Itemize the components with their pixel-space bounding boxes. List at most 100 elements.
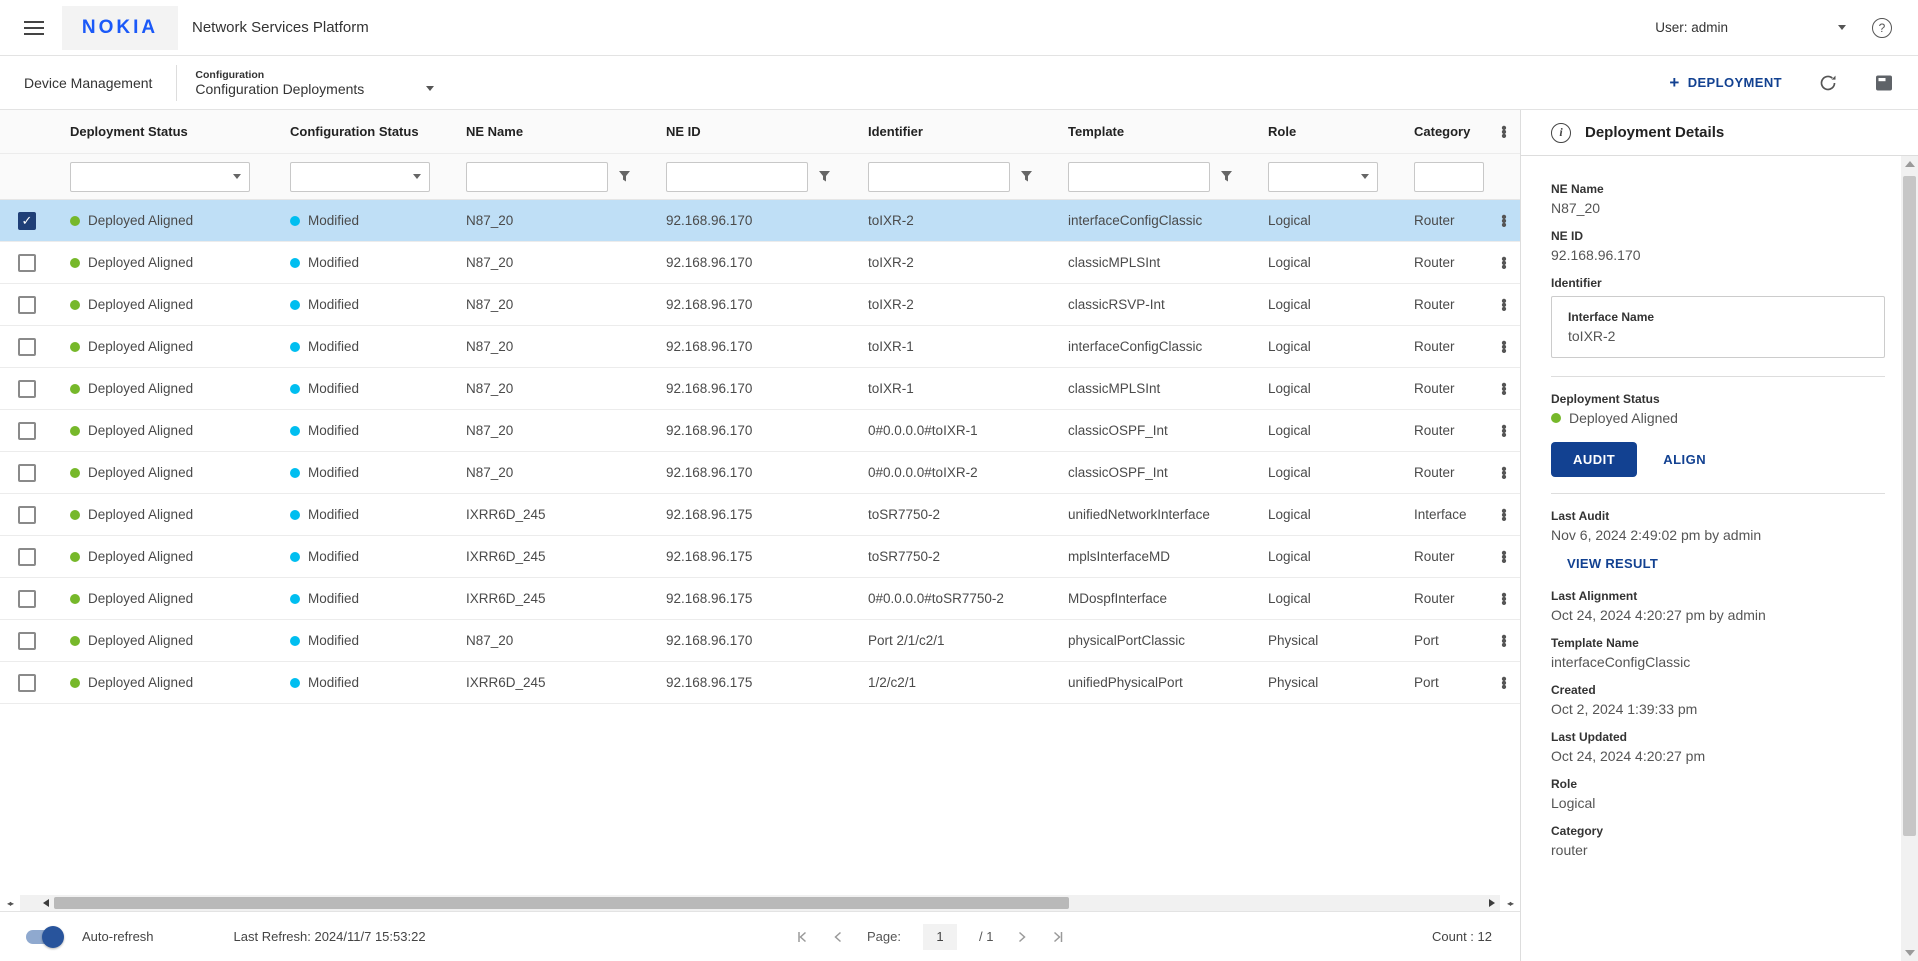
row-kebab-icon[interactable]: ••• <box>1490 215 1518 227</box>
add-deployment-button[interactable]: + DEPLOYMENT <box>1669 73 1782 93</box>
refresh-button[interactable] <box>1818 73 1838 93</box>
row-checkbox[interactable] <box>18 464 36 482</box>
row-checkbox[interactable] <box>18 674 36 692</box>
table-row[interactable]: Deployed Aligned Modified IXRR6D_245 92.… <box>0 662 1520 704</box>
row-kebab-icon[interactable]: ••• <box>1490 551 1518 563</box>
scroll-right-button[interactable] <box>1484 895 1500 911</box>
table-empty-area <box>0 704 1520 895</box>
auto-refresh-toggle[interactable] <box>26 930 62 944</box>
row-kebab-icon[interactable]: ••• <box>1490 299 1518 311</box>
row-checkbox[interactable] <box>18 254 36 272</box>
row-checkbox[interactable] <box>18 590 36 608</box>
row-kebab-icon[interactable]: ••• <box>1490 467 1518 479</box>
column-header-identifier[interactable]: Identifier <box>858 124 1058 139</box>
column-header-role[interactable]: Role <box>1258 124 1404 139</box>
ne-name-cell: N87_20 <box>456 423 656 438</box>
help-icon[interactable]: ? <box>1872 18 1892 38</box>
row-kebab-icon[interactable]: ••• <box>1490 257 1518 269</box>
previous-page-button[interactable] <box>831 930 845 944</box>
filter-template-input[interactable] <box>1068 162 1210 192</box>
table-row[interactable]: Deployed Aligned Modified N87_20 92.168.… <box>0 326 1520 368</box>
align-button[interactable]: ALIGN <box>1663 452 1706 467</box>
deployment-status-cell: Deployed Aligned <box>60 549 280 564</box>
scroll-left-button[interactable] <box>38 895 54 911</box>
row-checkbox[interactable] <box>18 422 36 440</box>
column-header-configuration-status[interactable]: Configuration Status <box>280 124 456 139</box>
template-cell: physicalPortClassic <box>1058 633 1258 648</box>
next-page-button[interactable] <box>1015 930 1029 944</box>
scroll-up-button[interactable] <box>1901 156 1918 172</box>
table-row[interactable]: ✓ Deployed Aligned Modified N87_20 92.16… <box>0 200 1520 242</box>
ne-name-cell: IXRR6D_245 <box>456 675 656 690</box>
horizontal-scroll-thumb[interactable] <box>54 897 1069 909</box>
role-label: Role <box>1551 777 1884 791</box>
scroll-down-button[interactable] <box>1901 945 1918 961</box>
filter-deployment-status-dropdown[interactable] <box>70 162 250 192</box>
audit-button[interactable]: AUDIT <box>1551 442 1637 477</box>
row-checkbox[interactable] <box>18 632 36 650</box>
first-page-button[interactable] <box>795 930 809 944</box>
table-row[interactable]: Deployed Aligned Modified N87_20 92.168.… <box>0 620 1520 662</box>
panel-scroll-thumb[interactable] <box>1903 176 1916 836</box>
filter-category-input[interactable] <box>1414 162 1484 192</box>
column-header-ne-name[interactable]: NE Name <box>456 124 656 139</box>
user-menu[interactable]: User: admin <box>1655 20 1846 35</box>
row-kebab-icon[interactable]: ••• <box>1490 593 1518 605</box>
ne-id-cell: 92.168.96.170 <box>656 633 858 648</box>
row-checkbox[interactable] <box>18 548 36 566</box>
table-row[interactable]: Deployed Aligned Modified N87_20 92.168.… <box>0 242 1520 284</box>
row-kebab-icon[interactable]: ••• <box>1490 383 1518 395</box>
filter-ne-id-input[interactable] <box>666 162 808 192</box>
table-row[interactable]: Deployed Aligned Modified N87_20 92.168.… <box>0 284 1520 326</box>
row-kebab-icon[interactable]: ••• <box>1490 341 1518 353</box>
view-selector[interactable]: Configuration Configuration Deployments <box>195 69 434 97</box>
row-kebab-icon[interactable]: ••• <box>1490 509 1518 521</box>
filter-icon[interactable] <box>1020 170 1033 183</box>
table-header-row: Deployment Status Configuration Status N… <box>0 110 1520 154</box>
table-row[interactable]: Deployed Aligned Modified IXRR6D_245 92.… <box>0 536 1520 578</box>
row-kebab-icon[interactable]: ••• <box>1490 425 1518 437</box>
column-header-template[interactable]: Template <box>1058 124 1258 139</box>
hamburger-menu-icon[interactable] <box>24 17 44 39</box>
filter-icon[interactable] <box>818 170 831 183</box>
panel-scrollbar[interactable] <box>1901 156 1918 961</box>
horizontal-scroll-track[interactable] <box>54 895 1484 911</box>
filter-icon[interactable] <box>618 170 631 183</box>
table-row[interactable]: Deployed Aligned Modified IXRR6D_245 92.… <box>0 494 1520 536</box>
user-label: User: admin <box>1655 20 1728 35</box>
row-kebab-icon[interactable]: ••• <box>1490 635 1518 647</box>
filter-icon[interactable] <box>1220 170 1233 183</box>
role-cell: Logical <box>1258 549 1404 564</box>
filter-identifier-input[interactable] <box>868 162 1010 192</box>
filter-configuration-status-dropdown[interactable] <box>290 162 430 192</box>
filter-role-dropdown[interactable] <box>1268 162 1378 192</box>
deployment-details-panel: i Deployment Details NE Name N87_20 NE I… <box>1520 110 1918 961</box>
table-row[interactable]: Deployed Aligned Modified IXRR6D_245 92.… <box>0 578 1520 620</box>
identifier-cell: 0#0.0.0.0#toIXR-2 <box>858 465 1058 480</box>
table-row[interactable]: Deployed Aligned Modified N87_20 92.168.… <box>0 410 1520 452</box>
template-cell: classicOSPF_Int <box>1058 465 1258 480</box>
table-row[interactable]: Deployed Aligned Modified N87_20 92.168.… <box>0 452 1520 494</box>
row-checkbox[interactable]: ✓ <box>18 212 36 230</box>
status-dot-cyan <box>290 384 300 394</box>
row-checkbox[interactable] <box>18 506 36 524</box>
table-options-kebab-icon[interactable]: ••• <box>1490 126 1518 138</box>
column-pan-icon[interactable]: ◂▸ <box>1500 899 1520 908</box>
view-result-button[interactable]: VIEW RESULT <box>1567 556 1884 571</box>
filter-ne-name-input[interactable] <box>466 162 608 192</box>
row-checkbox[interactable] <box>18 296 36 314</box>
column-header-deployment-status[interactable]: Deployment Status <box>60 124 280 139</box>
row-kebab-icon[interactable]: ••• <box>1490 677 1518 689</box>
column-pan-icon[interactable]: ◂▸ <box>0 899 20 908</box>
row-checkbox[interactable] <box>18 380 36 398</box>
last-page-button[interactable] <box>1051 930 1065 944</box>
horizontal-scrollbar[interactable]: ◂▸ ◂▸ <box>0 895 1520 911</box>
page-number-input[interactable] <box>923 924 957 950</box>
nav-tab-device-management[interactable]: Device Management <box>0 75 176 91</box>
table-row[interactable]: Deployed Aligned Modified N87_20 92.168.… <box>0 368 1520 410</box>
column-header-category[interactable]: Category <box>1404 124 1490 139</box>
column-header-ne-id[interactable]: NE ID <box>656 124 858 139</box>
ne-id-cell: 92.168.96.170 <box>656 213 858 228</box>
row-checkbox[interactable] <box>18 338 36 356</box>
storage-button[interactable] <box>1874 73 1894 93</box>
